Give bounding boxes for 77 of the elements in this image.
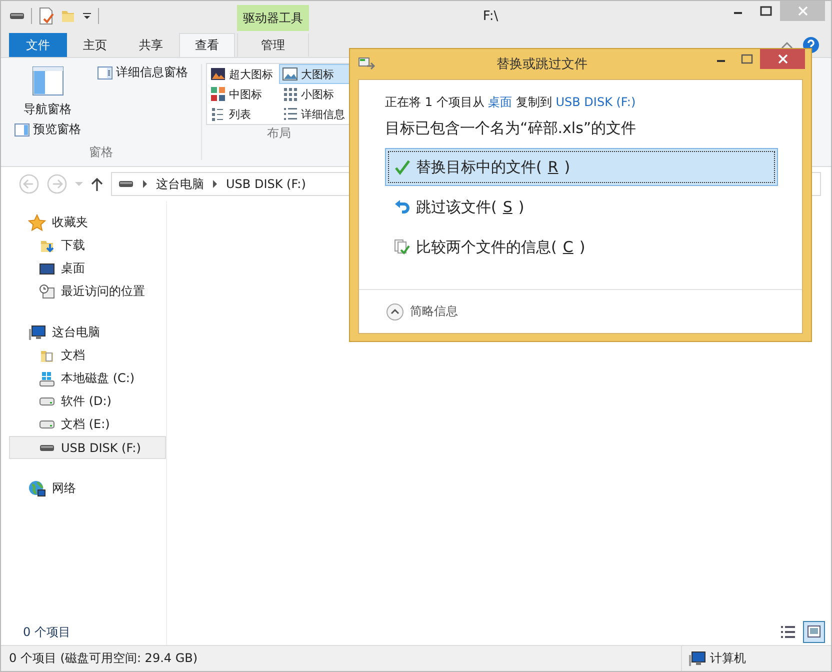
- layout-option[interactable]: 中图标: [207, 84, 279, 104]
- pane-layout-icon: [14, 122, 30, 138]
- navigation-item[interactable]: USB DISK (F:): [9, 436, 166, 459]
- windows-drive-icon: [39, 370, 55, 386]
- layout-option[interactable]: 大图标: [279, 64, 351, 84]
- navigation-item[interactable]: 文档 (E:): [1, 413, 166, 436]
- close-icon: [798, 6, 808, 16]
- monitor-icon: [39, 260, 55, 276]
- zone-label: 计算机: [710, 650, 746, 667]
- breadcrumb[interactable]: USB DISK (F:): [226, 177, 306, 191]
- navigation-item[interactable]: 最近访问的位置: [1, 280, 166, 303]
- breadcrumb[interactable]: 这台电脑: [156, 176, 204, 192]
- chevron-right-icon: [212, 180, 218, 188]
- copy-files-icon: [358, 57, 376, 71]
- navigation-item[interactable]: 桌面: [1, 257, 166, 280]
- navigation-item[interactable]: 网络: [1, 477, 166, 500]
- close-icon: [778, 54, 788, 64]
- ribbon-tab[interactable]: 查看: [179, 33, 235, 57]
- navigation-item[interactable]: 软件 (D:): [1, 390, 166, 413]
- navigation-pane-button[interactable]: 导航窗格: [11, 62, 84, 119]
- item-count: 0 个项目: [23, 624, 70, 640]
- up-arrow-icon[interactable]: [91, 177, 103, 191]
- details-pane-button[interactable]: 详细信息窗格: [94, 62, 191, 83]
- ribbon-tab[interactable]: 主页: [67, 33, 123, 57]
- window-title: F:\: [482, 8, 498, 24]
- maximize-icon: [741, 54, 753, 64]
- star-icon: [28, 214, 46, 232]
- pane-layout-icon: [97, 64, 113, 80]
- contextual-tab-header: 驱动器工具: [237, 5, 309, 31]
- dialog-option[interactable]: 替换目标中的文件( R ): [385, 148, 778, 186]
- group-label: 布局: [266, 125, 292, 142]
- pane-layout-icon: [32, 65, 64, 97]
- navigation-item[interactable]: 这台电脑: [1, 321, 166, 344]
- landscape-icon: [282, 66, 298, 82]
- navigation-item[interactable]: 下载: [1, 234, 166, 257]
- dialog-option[interactable]: 跳过该文件( S ): [385, 188, 778, 226]
- layout-option[interactable]: 列表: [207, 104, 279, 124]
- preview-pane-button[interactable]: 预览窗格: [11, 119, 84, 140]
- details-view-icon: [780, 624, 796, 640]
- location-link[interactable]: 桌面: [488, 95, 512, 109]
- document-check-icon[interactable]: [38, 7, 54, 25]
- maximize-icon: [760, 6, 772, 16]
- dialog-title: 替换或跳过文件: [496, 56, 588, 73]
- ribbon-tab[interactable]: 共享: [123, 33, 179, 57]
- navigation-item[interactable]: 收藏夹: [1, 211, 166, 234]
- details-icon: [282, 106, 298, 122]
- landscape-icon: [210, 66, 226, 82]
- dialog-option[interactable]: 比较两个文件的信息( C ): [385, 228, 778, 266]
- layout-option[interactable]: 详细信息: [279, 104, 351, 124]
- navigation-item[interactable]: 本地磁盘 (C:): [1, 367, 166, 390]
- details-toggle[interactable]: 简略信息: [385, 302, 459, 322]
- large-icons-view-icon: [806, 624, 822, 640]
- view-toggle-button[interactable]: [803, 621, 825, 643]
- recent-places-icon: [39, 284, 55, 300]
- chevron-up-icon: [386, 302, 404, 320]
- chevron-right-icon: [142, 180, 148, 188]
- compare-files-icon: [394, 239, 410, 255]
- ribbon-tab[interactable]: 文件: [9, 33, 67, 57]
- location-link[interactable]: USB DISK (F:): [556, 95, 636, 109]
- list-icon: [210, 106, 226, 122]
- globe-icon: [28, 480, 46, 498]
- check-icon: [394, 159, 410, 175]
- layout-option[interactable]: 超大图标: [207, 64, 279, 84]
- conflict-message: 目标已包含一个名为“碎部.xls”的文件: [385, 119, 638, 138]
- computer-icon: [28, 324, 46, 340]
- copy-description: 正在将 1 个项目从 桌面 复制到 USB DISK (F:): [385, 94, 637, 111]
- grid-icon: [282, 86, 298, 102]
- navigation-item[interactable]: 文档: [1, 344, 166, 367]
- group-label: 窗格: [88, 144, 114, 161]
- layout-option[interactable]: 小图标: [279, 84, 351, 104]
- close-button[interactable]: [760, 49, 805, 69]
- undo-arrow-icon: [394, 199, 410, 215]
- collapse-ribbon-icon[interactable]: [781, 40, 793, 50]
- dropdown-icon[interactable]: [82, 11, 92, 21]
- status-text: 0 个项目 (磁盘可用空间: 29.4 GB): [9, 650, 198, 667]
- tiles-icon: [210, 86, 226, 102]
- computer-icon: [688, 650, 706, 666]
